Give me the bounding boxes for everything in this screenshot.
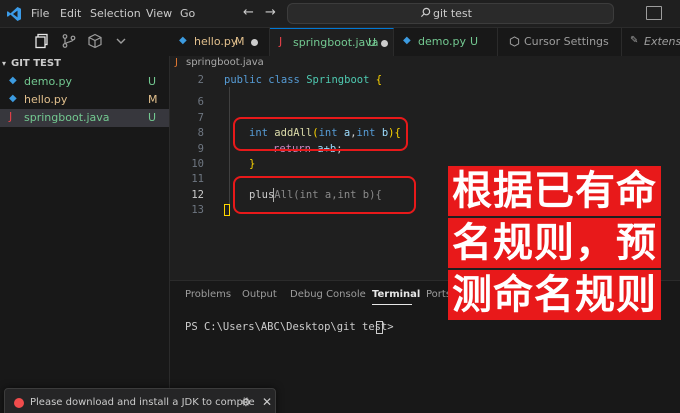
tab-badge: M xyxy=(235,35,245,48)
line-number: 9 xyxy=(197,143,204,155)
file-name: springboot.java xyxy=(24,111,110,124)
file-name: demo.py xyxy=(24,75,72,88)
unsaved-dot-icon[interactable] xyxy=(381,40,388,47)
line-number: 6 xyxy=(197,96,204,108)
bracket-match-marker xyxy=(224,204,230,216)
git-status-badge: U xyxy=(148,75,157,88)
terminal-prompt[interactable]: PS C:\Users\ABC\Desktop\git test> xyxy=(185,321,400,333)
sidebar-toolbar xyxy=(0,28,170,56)
tab-badge: U xyxy=(470,35,479,48)
tab-extensions[interactable]: ✎ Extensio xyxy=(622,28,680,56)
chevron-down-icon[interactable] xyxy=(113,33,129,49)
gear-icon[interactable]: ⚙ xyxy=(241,396,251,409)
menu-selection[interactable]: Selection xyxy=(90,7,141,20)
menu-view[interactable]: View xyxy=(146,7,172,20)
file-item-hello-py[interactable]: ◆ hello.py M xyxy=(0,91,169,109)
vscode-logo-icon xyxy=(7,7,21,21)
command-center-search[interactable]: git test xyxy=(287,3,614,24)
caption-line: 根据已有命 xyxy=(448,166,661,216)
caption-line: 测命名规则 xyxy=(448,270,661,320)
caption-line: 名规则，预 xyxy=(448,218,661,268)
indent-guide xyxy=(229,87,230,215)
git-status-badge: U xyxy=(148,111,157,124)
menu-go[interactable]: Go xyxy=(180,7,195,20)
tab-label: Extensio xyxy=(644,35,680,48)
active-tab-indicator xyxy=(372,304,412,305)
extensions-icon[interactable] xyxy=(87,33,103,49)
search-text: git test xyxy=(433,7,472,20)
python-icon: ◆ xyxy=(9,75,17,86)
python-icon: ◆ xyxy=(403,35,411,46)
python-icon: ◆ xyxy=(179,35,187,46)
explorer-icon[interactable] xyxy=(34,33,50,49)
tab-label: demo.py xyxy=(418,35,466,48)
line-number: 2 xyxy=(197,74,204,86)
tab-label: Cursor Settings xyxy=(524,35,609,48)
annotation-caption: 根据已有命 名规则，预 测命名规则 xyxy=(448,166,680,322)
line-number: 10 xyxy=(191,158,204,170)
java-icon: J xyxy=(175,57,178,68)
panel-tab-problems[interactable]: Problems xyxy=(185,289,231,300)
menu-edit[interactable]: Edit xyxy=(60,7,81,20)
code-line-10: } xyxy=(249,158,256,170)
tab-label: springboot.java xyxy=(293,36,379,49)
java-icon: J xyxy=(279,35,283,48)
tab-springboot-java[interactable]: J springboot.java U xyxy=(270,28,394,56)
layout-toggle-icon[interactable] xyxy=(646,6,662,20)
python-icon: ◆ xyxy=(9,93,17,104)
tab-badge: U xyxy=(368,36,377,49)
git-status-badge: M xyxy=(148,93,158,106)
tab-cursor-settings[interactable]: Cursor Settings xyxy=(498,28,622,56)
tab-demo-py[interactable]: ◆ demo.py U xyxy=(394,28,498,56)
extensions-icon: ✎ xyxy=(630,35,639,46)
panel-tab-output[interactable]: Output xyxy=(242,289,277,300)
close-icon[interactable]: ✕ xyxy=(262,395,272,409)
error-icon xyxy=(14,398,24,408)
file-item-demo-py[interactable]: ◆ demo.py U xyxy=(0,73,169,91)
terminal-cursor xyxy=(376,321,383,334)
breadcrumb-file[interactable]: springboot.java xyxy=(186,57,264,68)
menu-file[interactable]: File xyxy=(31,7,49,20)
file-item-springboot-java[interactable]: J springboot.java U xyxy=(0,109,169,127)
back-arrow-icon[interactable]: ← xyxy=(243,5,254,20)
line-number: 8 xyxy=(197,127,204,139)
line-number: 7 xyxy=(197,112,204,124)
explorer-section-title[interactable]: GIT TEST xyxy=(11,58,61,69)
java-icon: J xyxy=(9,110,13,123)
tab-hello-py[interactable]: ◆ hello.py M xyxy=(170,28,270,56)
search-icon xyxy=(420,7,431,18)
notification-toast[interactable]: Please download and install a JDK to com… xyxy=(4,388,276,413)
unsaved-dot-icon[interactable] xyxy=(251,39,258,46)
highlight-box xyxy=(233,117,408,151)
code-line-2: public class Springboot { xyxy=(224,74,383,86)
chevron-down-icon[interactable]: ▾ xyxy=(2,59,6,68)
line-number-current: 12 xyxy=(191,189,204,201)
file-name: hello.py xyxy=(24,93,68,106)
settings-icon xyxy=(509,36,520,47)
forward-arrow-icon[interactable]: → xyxy=(265,5,276,20)
breadcrumb: J springboot.java xyxy=(170,56,680,72)
notification-message: Please download and install a JDK to com… xyxy=(30,397,255,408)
line-number: 13 xyxy=(191,204,204,216)
highlight-box xyxy=(233,176,416,214)
panel-tab-terminal[interactable]: Terminal xyxy=(372,289,420,300)
source-control-icon[interactable] xyxy=(61,33,77,49)
panel-tab-debug-console[interactable]: Debug Console xyxy=(290,289,366,300)
tab-label: hello.py xyxy=(194,35,238,48)
line-number: 11 xyxy=(191,173,204,185)
